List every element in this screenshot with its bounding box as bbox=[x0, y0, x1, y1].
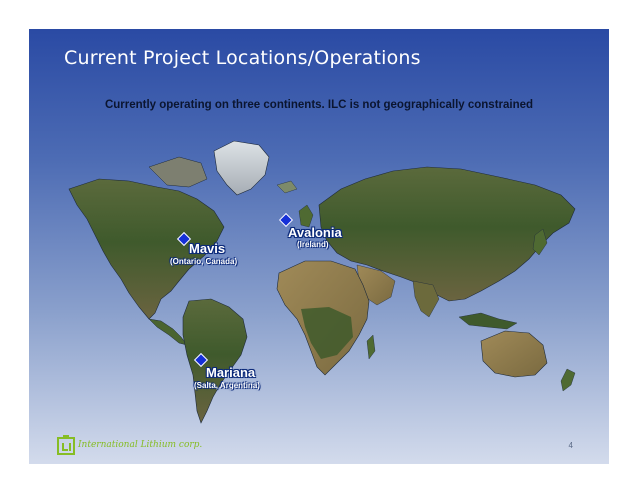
slide: Current Project Locations/Operations Cur… bbox=[29, 29, 609, 464]
company-logo: International Lithium corp. bbox=[57, 435, 202, 455]
south-america-shape bbox=[182, 298, 248, 424]
mavis-location: (Ontario, Canada) bbox=[170, 257, 238, 266]
indonesia-shape bbox=[458, 312, 518, 330]
new-zealand-shape bbox=[560, 368, 576, 392]
iceland-shape bbox=[276, 180, 298, 194]
slide-subtitle: Currently operating on three continents.… bbox=[104, 99, 534, 111]
arctic-islands-shape bbox=[148, 156, 208, 188]
mavis-label: Mavis bbox=[189, 241, 226, 256]
greenland-shape bbox=[213, 140, 270, 196]
avalonia-label: Avalonia bbox=[288, 225, 342, 240]
mariana-label: Mariana bbox=[206, 365, 256, 380]
battery-logo-icon bbox=[57, 435, 75, 455]
central-america-shape bbox=[148, 318, 188, 346]
page-number: 4 bbox=[568, 441, 573, 450]
british-isles-shape bbox=[298, 204, 314, 228]
mariana-location: (Salta, Argentina) bbox=[194, 381, 260, 390]
madagascar-shape bbox=[366, 334, 376, 360]
avalonia-location: (Ireland) bbox=[297, 240, 329, 249]
australia-shape bbox=[480, 330, 548, 378]
company-logo-text: International Lithium corp. bbox=[78, 440, 203, 450]
slide-title: Current Project Locations/Operations bbox=[64, 47, 421, 69]
